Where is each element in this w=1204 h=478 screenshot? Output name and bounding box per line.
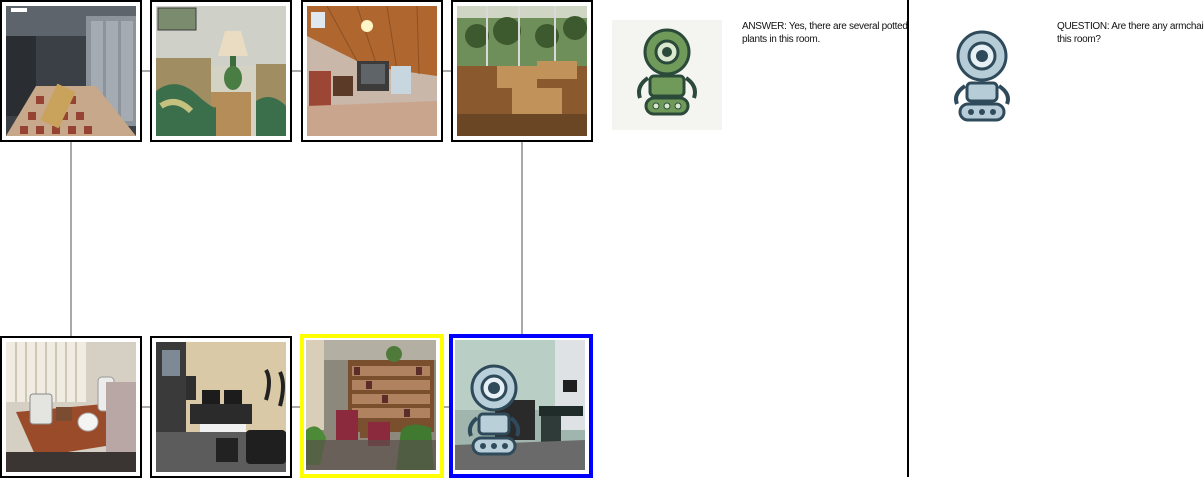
locker-room-image <box>6 6 136 136</box>
office-image <box>455 340 585 470</box>
question-text: QUESTION: Are there any armchairs in thi… <box>1057 21 1204 45</box>
bedroom-image <box>156 6 286 136</box>
room-tile-library-with-plants[interactable] <box>300 334 444 478</box>
study-hall-image <box>457 6 587 136</box>
answer-text: ANSWER: Yes, there are several potted pl… <box>742 21 908 45</box>
room-tile-locker-room[interactable] <box>0 0 142 142</box>
panel-divider <box>907 0 909 477</box>
room-tile-office-with-robot[interactable] <box>449 334 593 478</box>
green-robot-icon <box>612 20 722 130</box>
kitchen-image <box>6 342 136 472</box>
answer-bot-avatar <box>612 20 722 130</box>
room-tile-music-studio[interactable] <box>150 336 292 478</box>
library-image <box>306 340 436 470</box>
connector-vertical-left <box>70 140 72 340</box>
room-tile-attic-living-room[interactable] <box>301 0 443 142</box>
room-tile-bedroom-with-lamp[interactable] <box>150 0 292 142</box>
music-studio-image <box>156 342 286 472</box>
room-tile-study-hall[interactable] <box>451 0 593 142</box>
blue-robot-icon <box>954 30 1010 122</box>
question-bot-avatar <box>942 28 1022 124</box>
room-tile-kitchen-counter[interactable] <box>0 336 142 478</box>
connector-vertical-right <box>521 140 523 340</box>
attic-room-image <box>307 6 437 136</box>
